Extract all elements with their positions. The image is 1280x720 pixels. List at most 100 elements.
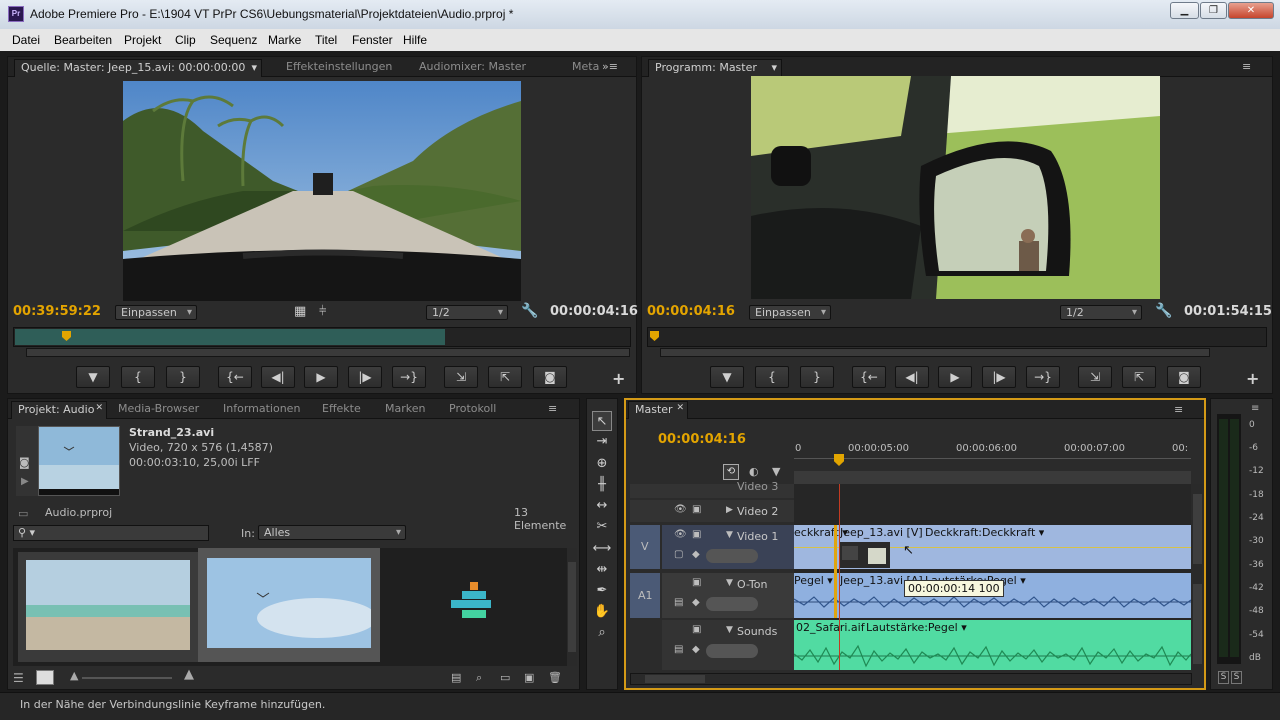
eye-icon[interactable]: 👁	[674, 529, 687, 540]
insert-button[interactable]: ⇲	[444, 366, 478, 388]
display-style-icon[interactable]: ▢	[674, 549, 683, 560]
search-scope-dropdown[interactable]: Alles	[258, 525, 406, 540]
clip-sounds-fx-dropdown[interactable]: Lautstärke:Pegel ▾	[866, 621, 967, 634]
work-area-bar[interactable]	[794, 471, 1191, 484]
tab-media-browser[interactable]: Media-Browser	[118, 402, 199, 415]
keyframe-icon[interactable]: ◆	[692, 597, 700, 608]
extract-button[interactable]: ⇱	[1122, 366, 1156, 388]
panel-menu-icon[interactable]: ≡	[1242, 60, 1251, 73]
go-to-out-button[interactable]: →}	[1026, 366, 1060, 388]
lock-icon[interactable]: ▣	[692, 504, 701, 515]
bin-scrollbar[interactable]	[567, 548, 577, 666]
keyframe-navigator[interactable]	[706, 644, 758, 658]
source-resolution-dropdown[interactable]: 1/2	[426, 305, 508, 320]
waveform-display-icon[interactable]: ▤	[674, 597, 683, 608]
program-zoom-dropdown[interactable]: Einpassen	[749, 305, 831, 320]
menu-projekt[interactable]: Projekt	[124, 33, 161, 47]
step-back-button[interactable]: ◀|	[261, 366, 295, 388]
add-marker-icon[interactable]: ▼	[772, 465, 780, 478]
rate-stretch-tool-icon[interactable]: ↔	[592, 496, 612, 516]
sequence-timecode[interactable]: 00:00:04:16	[658, 432, 746, 447]
track-select-tool-icon[interactable]: ⇥	[592, 432, 612, 452]
mark-in-button[interactable]: {	[121, 366, 155, 388]
hand-tool-icon[interactable]: ✋	[592, 602, 612, 622]
clip-oton-prev-label[interactable]: Pegel ▾	[794, 574, 833, 587]
panel-menu-icon[interactable]: »≡	[602, 60, 618, 73]
keyframe-navigator[interactable]	[706, 597, 758, 611]
lock-icon[interactable]: ▣	[692, 577, 701, 588]
clip-sounds[interactable]: 02_Safari.aif Lautstärke:Pegel ▾	[794, 620, 1191, 670]
go-to-in-button[interactable]: {←	[852, 366, 886, 388]
program-time-ruler[interactable]	[647, 327, 1267, 347]
lock-icon[interactable]: ▣	[692, 529, 701, 540]
tab-source[interactable]: Quelle: Master: Jeep_15.avi: 00:00:00:00…	[14, 59, 262, 77]
tab-project[interactable]: Projekt: Audio ✕	[11, 401, 107, 419]
slip-tool-icon[interactable]: ⟷	[592, 539, 612, 559]
tab-history[interactable]: Protokoll	[449, 402, 496, 415]
overwrite-button[interactable]: ⇱	[488, 366, 522, 388]
lock-icon[interactable]: ▣	[692, 624, 701, 635]
lift-button[interactable]: ⇲	[1078, 366, 1112, 388]
delete-icon[interactable]: 🗑	[548, 671, 562, 684]
clip-sounds-name[interactable]: 02_Safari.aif	[796, 621, 865, 634]
menu-titel[interactable]: Titel	[315, 33, 337, 47]
add-marker-button[interactable]: ▼	[76, 366, 110, 388]
button-editor-add[interactable]: +	[612, 369, 625, 388]
waveform-display-icon[interactable]: ▤	[674, 644, 683, 655]
go-to-in-button[interactable]: {←	[218, 366, 252, 388]
tab-metadata[interactable]: Meta	[572, 60, 599, 73]
source-patch-v[interactable]: V	[630, 525, 660, 569]
play-thumbnail-icon[interactable]: ▶	[21, 476, 29, 487]
wrench-icon[interactable]: 🔧	[521, 303, 538, 319]
tab-sequence-master[interactable]: Master ✕	[628, 401, 688, 419]
button-editor-add[interactable]: +	[1246, 369, 1259, 388]
close-tab-icon[interactable]: ✕	[676, 403, 684, 413]
selection-tool-icon[interactable]: ↖	[592, 411, 612, 431]
menu-fenster[interactable]: Fenster	[352, 33, 393, 47]
clip-video1-name[interactable]: Jeep_13.avi [V]	[840, 526, 923, 539]
rolling-edit-tool-icon[interactable]: ╫	[592, 475, 612, 495]
panel-menu-icon[interactable]: ≡	[1251, 403, 1259, 414]
bin-item-sequence[interactable]	[383, 552, 563, 662]
find-icon[interactable]: ⌕	[476, 671, 482, 685]
source-time-ruler[interactable]	[13, 327, 631, 347]
drag-video-icon[interactable]: ▦	[294, 304, 306, 319]
zoom-out-icon[interactable]: ▲	[70, 669, 78, 682]
new-item-icon[interactable]: ▣	[524, 671, 534, 684]
mark-in-button[interactable]: {	[755, 366, 789, 388]
icon-view-icon[interactable]	[36, 670, 54, 685]
maximize-button[interactable]: ❐	[1200, 2, 1227, 19]
collapse-track-icon[interactable]: ▼	[726, 530, 733, 540]
step-back-button[interactable]: ◀|	[895, 366, 929, 388]
export-frame-button[interactable]: ◙	[1167, 366, 1201, 388]
mark-out-button[interactable]: }	[166, 366, 200, 388]
zoom-tool-icon[interactable]: ⌕	[592, 623, 612, 643]
minimize-button[interactable]: ▁	[1170, 2, 1199, 19]
export-frame-button[interactable]: ◙	[533, 366, 567, 388]
add-marker-button[interactable]: ▼	[710, 366, 744, 388]
solo-left-button[interactable]: S	[1218, 671, 1229, 684]
menu-clip[interactable]: Clip	[175, 33, 196, 47]
program-resolution-dropdown[interactable]: 1/2	[1060, 305, 1142, 320]
source-current-timecode[interactable]: 00:39:59:22	[13, 304, 101, 319]
clip-video1-fx-dropdown[interactable]: Deckkraft:Deckkraft ▾	[925, 526, 1044, 539]
list-view-icon[interactable]: ☰	[13, 671, 24, 685]
bin-item-strand[interactable]	[198, 548, 380, 662]
collapse-track-icon[interactable]: ▼	[726, 578, 733, 588]
camera-icon[interactable]: ◙	[19, 456, 30, 469]
bin-item-beach[interactable]	[18, 552, 198, 662]
pen-tool-icon[interactable]: ✒	[592, 581, 612, 601]
program-current-timecode[interactable]: 00:00:04:16	[647, 304, 735, 319]
tab-audio-mixer[interactable]: Audiomixer: Master	[419, 60, 526, 73]
menu-datei[interactable]: Datei	[12, 33, 40, 47]
automate-to-sequence-icon[interactable]: ▤	[451, 671, 461, 684]
panel-menu-icon[interactable]: ≡	[1174, 403, 1183, 416]
mark-out-button[interactable]: }	[800, 366, 834, 388]
wrench-icon[interactable]: 🔧	[1155, 303, 1172, 319]
clip-video1[interactable]: eckkraft ▾ Jeep_13.avi [V] Deckkraft:Dec…	[794, 525, 1191, 569]
timeline-zoom-scrollbar[interactable]	[630, 673, 1192, 685]
eye-icon[interactable]: 👁	[674, 504, 687, 515]
drag-audio-icon[interactable]: ⫩	[319, 304, 326, 319]
expand-track-icon[interactable]: ▶	[726, 505, 733, 515]
edit-point-marker[interactable]	[834, 525, 837, 618]
